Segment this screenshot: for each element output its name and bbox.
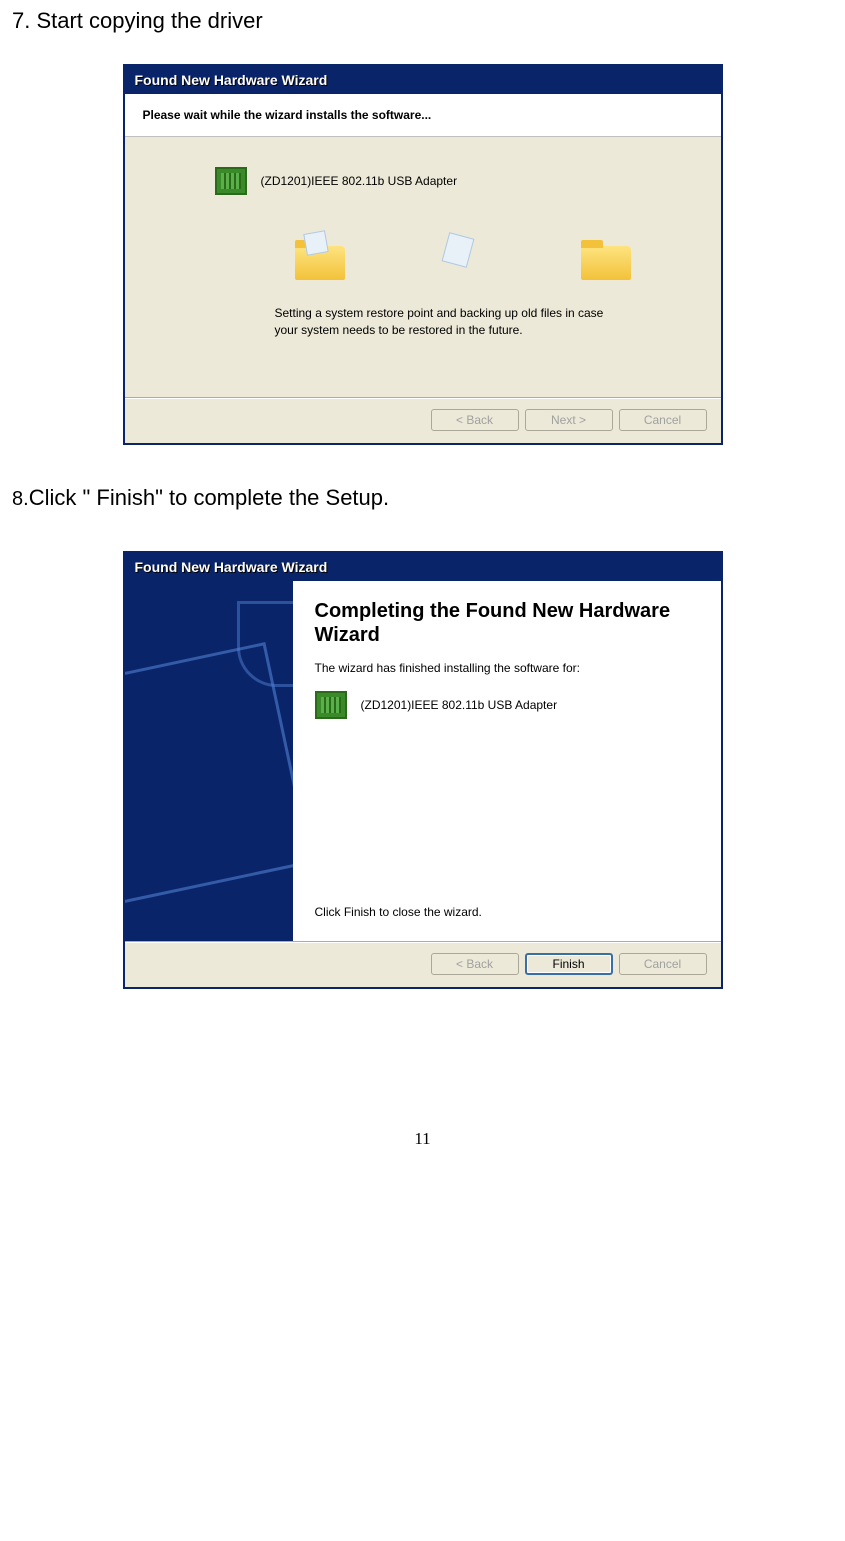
page-flying-icon bbox=[441, 232, 474, 268]
step-8-num: 8. bbox=[12, 488, 29, 510]
cancel-button: Cancel bbox=[619, 409, 707, 431]
dialog-2-body: Completing the Found New Hardware Wizard… bbox=[125, 581, 721, 941]
dialog-2-sub: The wizard has finished installing the s… bbox=[315, 661, 703, 675]
dialog-1-titlebar: Found New Hardware Wizard bbox=[125, 66, 721, 94]
cancel-button: Cancel bbox=[619, 953, 707, 975]
device-name: (ZD1201)IEEE 802.11b USB Adapter bbox=[261, 174, 458, 188]
dialog-2-titlebar: Found New Hardware Wizard bbox=[125, 553, 721, 581]
folder-dest-icon bbox=[581, 240, 631, 280]
status-text: Setting a system restore point and backi… bbox=[275, 305, 615, 339]
next-button: Next > bbox=[525, 409, 613, 431]
dialog-2: Found New Hardware Wizard Completing the… bbox=[123, 551, 723, 989]
back-button: < Back bbox=[431, 953, 519, 975]
finish-button[interactable]: Finish bbox=[525, 953, 613, 975]
dialog-2-buttons: < Back Finish Cancel bbox=[125, 941, 721, 987]
dialog-1-buttons: < Back Next > Cancel bbox=[125, 397, 721, 443]
device-row: (ZD1201)IEEE 802.11b USB Adapter bbox=[215, 167, 691, 195]
page-number: 11 bbox=[0, 1129, 845, 1179]
device-name-2: (ZD1201)IEEE 802.11b USB Adapter bbox=[361, 698, 558, 712]
step-7-text: 7. Start copying the driver bbox=[12, 8, 845, 34]
dialog-2-heading: Completing the Found New Hardware Wizard bbox=[315, 599, 703, 647]
device-row-2: (ZD1201)IEEE 802.11b USB Adapter bbox=[315, 691, 703, 719]
folder-row bbox=[155, 235, 691, 305]
dialog-1-body: (ZD1201)IEEE 802.11b USB Adapter Setting… bbox=[125, 137, 721, 397]
dialog-1: Found New Hardware Wizard Please wait wh… bbox=[123, 64, 723, 445]
chip-icon bbox=[315, 691, 347, 719]
dialog-1-header: Please wait while the wizard installs th… bbox=[125, 94, 721, 137]
wizard-side-graphic bbox=[125, 581, 293, 941]
dialog-1-wrapper: Found New Hardware Wizard Please wait wh… bbox=[0, 64, 845, 445]
chip-icon bbox=[215, 167, 247, 195]
folder-source-icon bbox=[295, 240, 345, 280]
dialog-2-main: Completing the Found New Hardware Wizard… bbox=[293, 581, 721, 941]
step-8-text: 8.Click " Finish" to complete the Setup. bbox=[12, 485, 845, 511]
close-text: Click Finish to close the wizard. bbox=[315, 905, 703, 919]
dialog-2-wrapper: Found New Hardware Wizard Completing the… bbox=[0, 551, 845, 989]
back-button: < Back bbox=[431, 409, 519, 431]
step-8-body: Click " Finish" to complete the Setup. bbox=[29, 485, 389, 510]
